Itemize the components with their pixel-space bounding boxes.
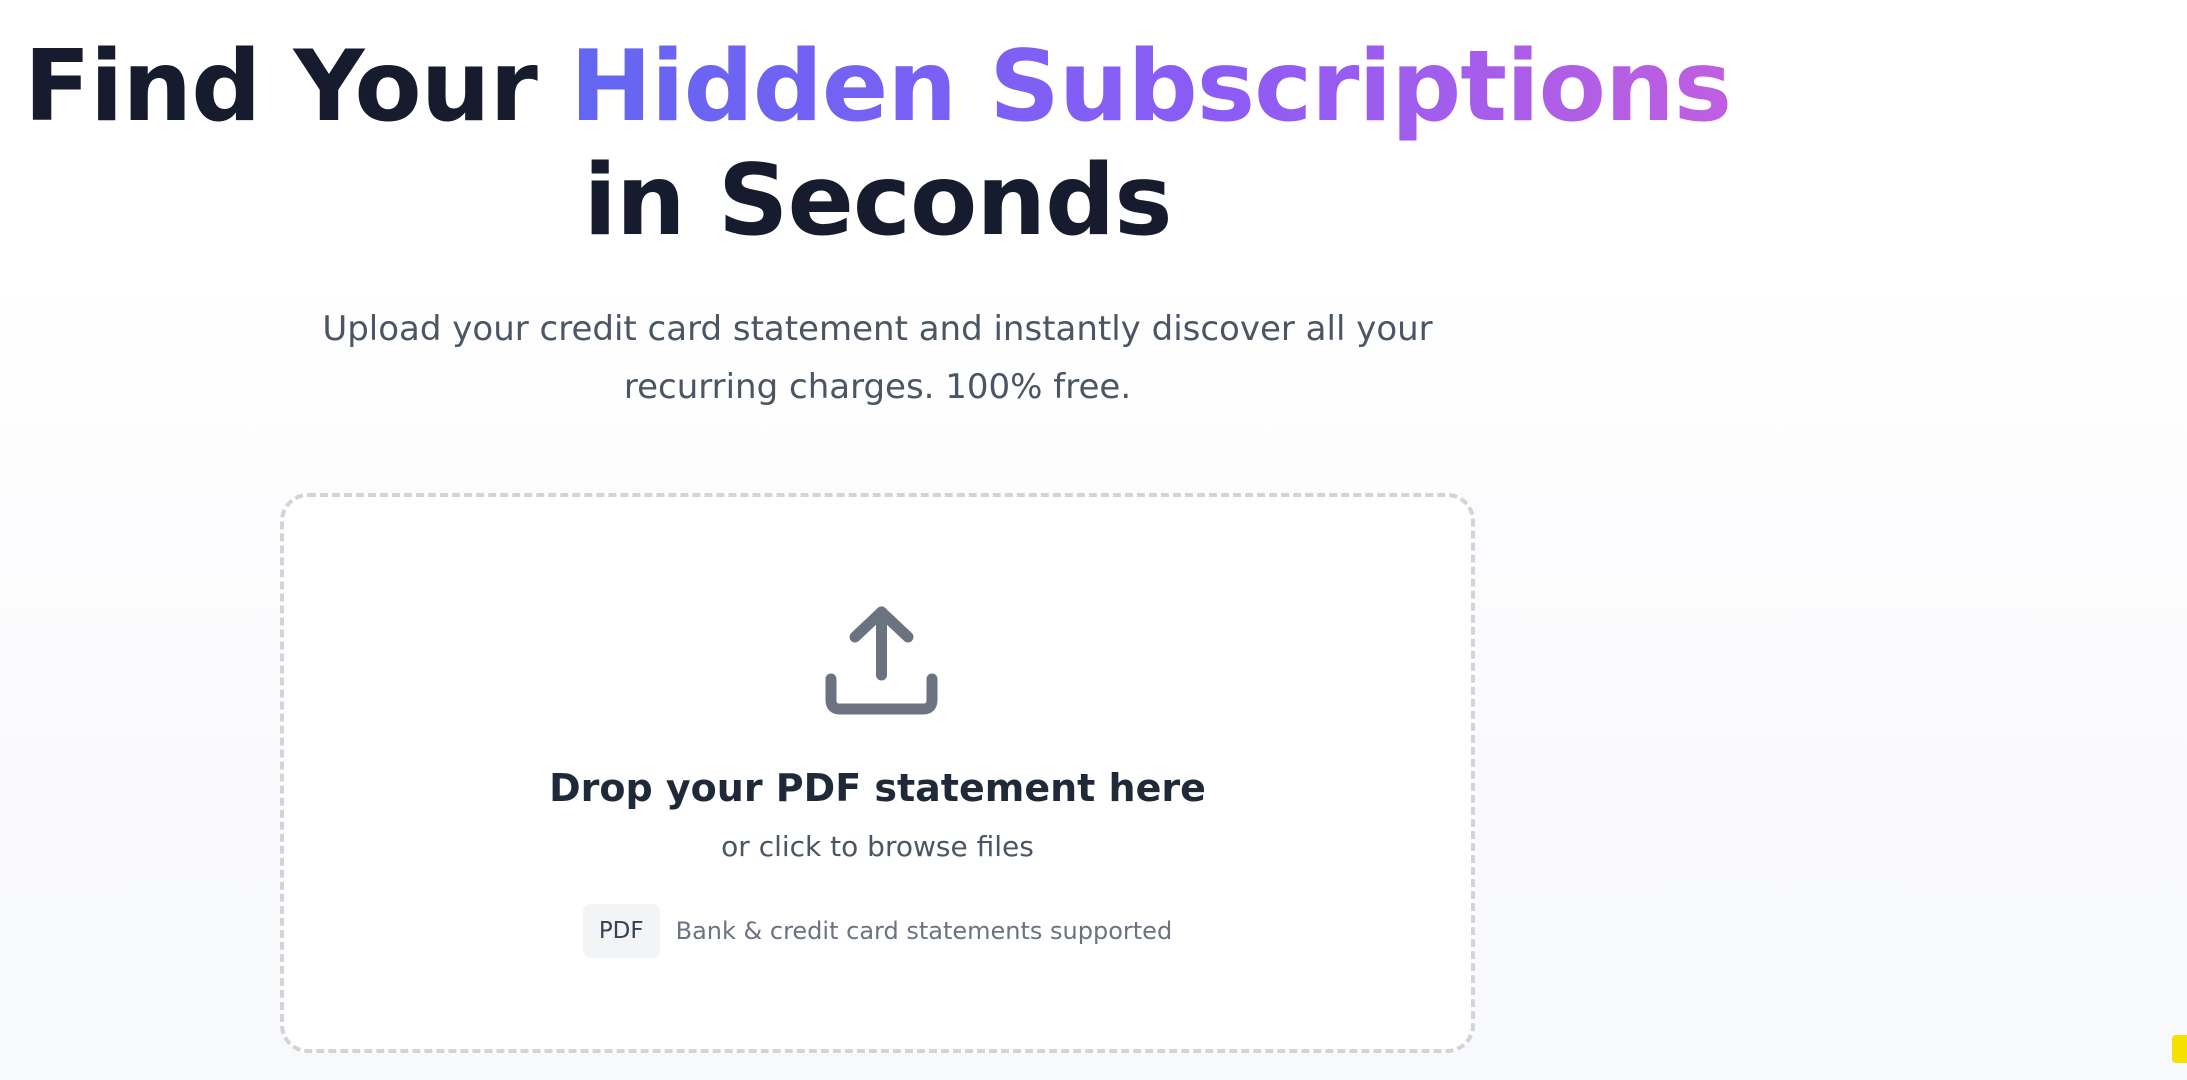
hero-section: Find Your Hidden Subscriptions in Second… — [0, 0, 1755, 1080]
corner-indicator — [2172, 1035, 2187, 1063]
headline-part-2: in Seconds — [583, 144, 1172, 258]
page-title: Find Your Hidden Subscriptions in Second… — [0, 30, 1755, 258]
headline-highlight: Hidden Subscriptions — [569, 30, 1732, 144]
hero-subtitle: Upload your credit card statement and in… — [0, 300, 1755, 416]
upload-icon — [825, 606, 938, 715]
supported-formats: PDF Bank & credit card statements suppor… — [284, 904, 1471, 958]
pdf-badge: PDF — [582, 904, 660, 958]
file-dropzone[interactable]: Drop your PDF statement here or click to… — [280, 493, 1475, 1053]
subtitle-line-1: Upload your credit card statement and in… — [322, 309, 1433, 349]
headline-part-1: Find Your — [23, 30, 538, 144]
subtitle-line-2: recurring charges. 100% free. — [623, 367, 1132, 407]
dropzone-title: Drop your PDF statement here — [549, 766, 1206, 810]
supported-text: Bank & credit card statements supported — [675, 917, 1173, 945]
browse-files-link[interactable]: or click to browse files — [284, 827, 1471, 867]
